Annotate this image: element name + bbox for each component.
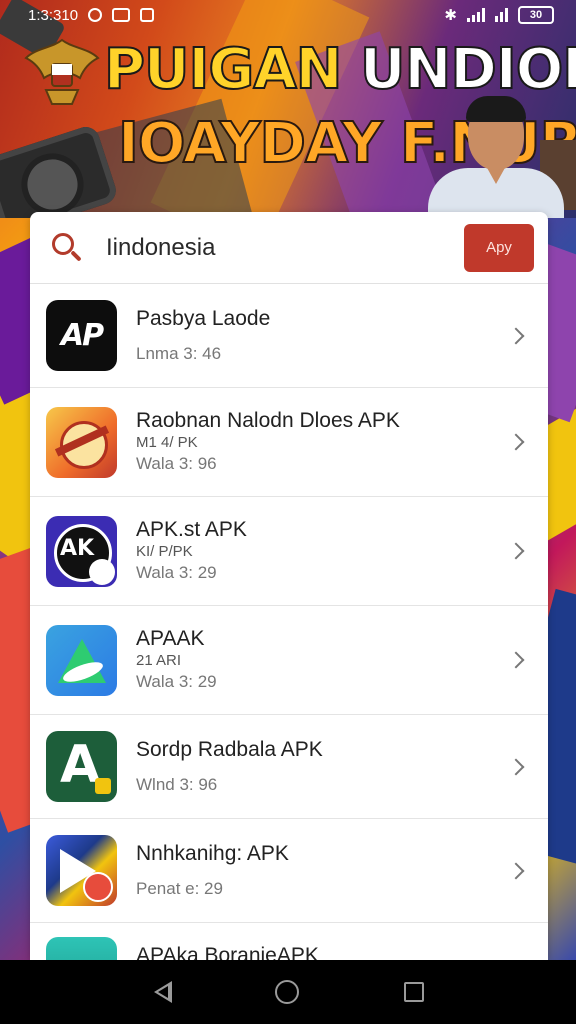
navigation-bar xyxy=(0,960,576,1024)
app-list: AP Pasbya Laode Lnma 3: 46 Raobnan Nalod… xyxy=(30,284,548,960)
play-flag-icon xyxy=(46,835,117,906)
app-name: APAAK xyxy=(136,627,205,650)
image-notification-icon xyxy=(140,8,155,22)
app-name: Sordp Radbala APK xyxy=(136,737,323,761)
app-meta: Wlnd 3: 96 xyxy=(136,774,218,794)
app-meta: Penat e: 29 xyxy=(136,878,223,898)
arrow-triangle-icon xyxy=(46,624,117,696)
list-item[interactable]: APAAK 21 ARI Wala 3: 29 xyxy=(30,606,548,715)
app-name: APK.st APK xyxy=(136,518,247,541)
list-item[interactable]: AP Pasbya Laode Lnma 3: 46 xyxy=(30,284,548,388)
list-item[interactable]: Nnhkanihg: APK Penat e: 29 xyxy=(30,819,548,923)
app-meta: Lnma 3: 46 xyxy=(136,343,222,363)
ak-circle-icon: AK xyxy=(46,515,117,587)
back-icon[interactable] xyxy=(152,981,173,1003)
ap-logo-icon: AP xyxy=(46,300,117,371)
notification-icon xyxy=(88,8,103,22)
garuda-emblem-icon xyxy=(24,38,100,105)
wifi-signal-icon xyxy=(495,8,508,22)
bluetooth-icon: ✱ xyxy=(444,7,457,24)
app-subtitle: 21 ARI xyxy=(136,652,182,669)
list-item[interactable]: AK APK.st APK KI/ P/PK Wala 3: 29 xyxy=(30,497,548,606)
clock: 1:3:310 xyxy=(28,6,79,24)
list-item[interactable]: A Sordp Radbala APK Wlnd 3: 96 xyxy=(30,715,548,819)
battery-icon: 30 xyxy=(518,6,554,24)
recent-apps-icon[interactable] xyxy=(403,982,424,1002)
app-name: Nnhkanihg: APK xyxy=(136,841,289,865)
signal-icon xyxy=(467,8,485,22)
search-results-card: Apy AP Pasbya Laode Lnma 3: 46 Raobnan N… xyxy=(30,212,548,960)
game-badge-icon xyxy=(46,406,117,478)
app-subtitle: KI/ P/PK xyxy=(136,543,193,560)
app-meta: Wala 3: 96 xyxy=(136,454,217,473)
app-subtitle: M1 4/ PK xyxy=(136,434,198,451)
search-icon[interactable] xyxy=(50,231,84,265)
search-bar: Apy xyxy=(30,212,548,284)
banner-headline: PUIGAN UNDIOHHAN xyxy=(103,37,576,102)
app-name: APAka BoranieAPK xyxy=(136,944,319,960)
home-icon[interactable] xyxy=(274,980,299,1004)
presenter-photo xyxy=(428,96,564,218)
search-input[interactable] xyxy=(106,233,464,262)
apply-button[interactable]: Apy xyxy=(464,223,534,272)
app-meta: Wala 3: 29 xyxy=(136,672,217,691)
teal-app-icon xyxy=(46,937,117,960)
list-item[interactable]: Raobnan Nalodn Dloes APK M1 4/ PK Wala 3… xyxy=(30,388,548,497)
green-a-icon: A xyxy=(46,731,117,802)
list-item[interactable]: APAka BoranieAPK xyxy=(30,923,548,960)
promo-banner[interactable]: PUIGAN UNDIOHHAN IOAYDAY F.NUR! xyxy=(0,0,576,218)
app-name: Raobnan Nalodn Dloes APK xyxy=(136,409,400,432)
app-meta: Wala 3: 29 xyxy=(136,563,217,582)
app-notification-icon xyxy=(112,8,131,22)
app-name: Pasbya Laode xyxy=(136,306,271,330)
status-bar: 1:3:310 ✱ 30 xyxy=(0,0,576,30)
